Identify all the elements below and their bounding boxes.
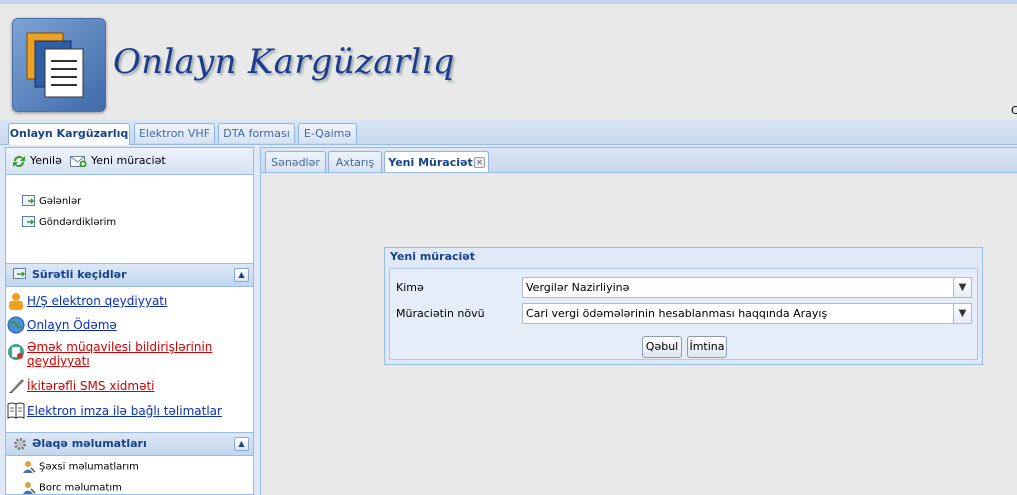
collapse-contact-info-button[interactable]: ▲ (234, 437, 249, 451)
link-online-payment[interactable]: Onlayn Ödəmə (27, 318, 117, 332)
chevron-down-icon[interactable]: ▼ (953, 278, 971, 297)
contact-info-header[interactable]: Əlaqə məlumatları ▲ (6, 432, 253, 456)
form-body: Kimə Vergilər Nazirliyinə ▼ Müraciətin n… (389, 268, 978, 360)
contact-item-label: Borc məlumatım (39, 482, 122, 494)
quick-links-icon (13, 268, 26, 279)
tab-label: Axtarış (335, 156, 375, 169)
west-panel: Yenilə Yeni müraciət Gələnlər Göndərdikl… (5, 147, 254, 495)
registration-icon (9, 293, 23, 310)
new-request-label: Yeni müraciət (91, 154, 166, 167)
gear-icon (14, 438, 26, 450)
pen-icon (9, 379, 24, 393)
link-labor-contract-line1: Əmək müqavilesi bildirişlərinin (27, 340, 213, 354)
contact-item-personal-info[interactable]: Şəxsi məlumatlarım (22, 460, 139, 473)
main-tab-bar: Onlayn Kargüzarlıq Elektron VHF DTA form… (0, 120, 1017, 145)
quick-links-title: Sürətli keçidlər (32, 268, 127, 281)
book-icon (7, 402, 25, 419)
link-labor-contract-line2: qeydiyyatı (27, 354, 90, 368)
tab-label: E-Qaimə (303, 127, 352, 140)
form-title: Yeni müraciət (390, 250, 475, 263)
app-logo-icon (12, 18, 106, 112)
tree-item-label: Göndərdiklərim (39, 217, 117, 228)
accept-button[interactable]: Qəbul (642, 336, 682, 358)
tab-e-qaime[interactable]: E-Qaimə (298, 123, 357, 143)
quick-links-list: H/Ş elektron qeydiyyatı Onlayn Ödəmə Əmə… (6, 287, 253, 432)
app-title: Onlayn Kargüzarlıq (113, 42, 455, 82)
tree-item-sent[interactable]: Göndərdiklərim (22, 216, 116, 228)
west-toolbar: Yenilə Yeni müraciət (6, 148, 253, 175)
tab-dta-formasi[interactable]: DTA forması (218, 123, 295, 143)
contract-icon (8, 344, 24, 360)
contact-info-title: Əlaqə məlumatları (32, 437, 147, 450)
close-tab-icon[interactable]: ✕ (474, 157, 485, 168)
tab-label: Sənədlər (271, 156, 320, 169)
folder-tree: Gələnlər Göndərdiklərim (6, 175, 253, 263)
tab-label: Yeni Müraciət (388, 156, 473, 169)
chevron-down-icon[interactable]: ▼ (953, 304, 971, 323)
tab-documents[interactable]: Sənədlər (265, 151, 326, 172)
contact-info-list: Şəxsi məlumatlarım Borc məlumatım (6, 456, 253, 494)
contact-item-debt-info[interactable]: Borc məlumatım (22, 481, 122, 494)
recipient-select[interactable]: Vergilər Nazirliyinə ▼ (522, 277, 972, 298)
recipient-label: Kimə (396, 281, 424, 294)
link-e-signature-instructions[interactable]: Elektron imza ilə bağlı təlimatlar (27, 404, 222, 418)
recipient-value: Vergilər Nazirliyinə (526, 281, 630, 294)
tree-item-inbox[interactable]: Gələnlər (22, 195, 81, 207)
contact-item-label: Şəxsi məlumatlarım (39, 461, 139, 473)
new-request-form: Yeni müraciət Kimə Vergilər Nazirliyinə … (384, 247, 983, 365)
tab-label: Elektron VHF (138, 127, 211, 140)
user-icon (23, 482, 36, 494)
sent-icon (22, 216, 35, 227)
tree-item-label: Gələnlər (39, 196, 82, 207)
user-icon (23, 461, 36, 473)
header: Onlayn Kargüzarlıq C (0, 4, 1017, 120)
inbox-icon (22, 195, 35, 206)
refresh-icon (13, 156, 25, 167)
tab-onlayn-karguzarliq[interactable]: Onlayn Kargüzarlıq (8, 123, 130, 145)
header-edge-text: C (1011, 104, 1017, 117)
link-labor-contract[interactable]: Əmək müqavilesi bildirişlərinin qeydiyyat… (27, 340, 212, 368)
refresh-label: Yenilə (30, 154, 62, 167)
quick-links-header[interactable]: Sürətli keçidlər ▲ (6, 263, 253, 287)
tab-elektron-vhf[interactable]: Elektron VHF (134, 123, 215, 143)
cancel-button[interactable]: İmtina (687, 336, 727, 358)
tab-label: Onlayn Kargüzarlıq (9, 127, 129, 140)
new-request-button[interactable]: Yeni müraciət (70, 154, 166, 167)
tab-label: DTA forması (223, 127, 290, 140)
collapse-quick-links-button[interactable]: ▲ (234, 268, 249, 282)
center-tab-bar: Sənədlər Axtarış Yeni Müraciət ✕ (260, 147, 1017, 173)
link-hs-registration[interactable]: H/Ş elektron qeydiyyatı (27, 294, 167, 308)
request-type-label: Müraciətin növü (396, 307, 485, 320)
request-type-select[interactable]: Cari vergi ödəmələrinin hesablanması haq… (522, 303, 972, 324)
tab-new-request[interactable]: Yeni Müraciət ✕ (384, 151, 489, 172)
refresh-button[interactable]: Yenilə (12, 154, 62, 167)
link-sms-service[interactable]: İkitərəfli SMS xidməti (27, 379, 155, 393)
new-mail-icon (70, 156, 87, 167)
globe-icon (7, 316, 25, 334)
request-type-value: Cari vergi ödəmələrinin hesablanması haq… (526, 307, 828, 320)
tab-search[interactable]: Axtarış (328, 151, 382, 172)
